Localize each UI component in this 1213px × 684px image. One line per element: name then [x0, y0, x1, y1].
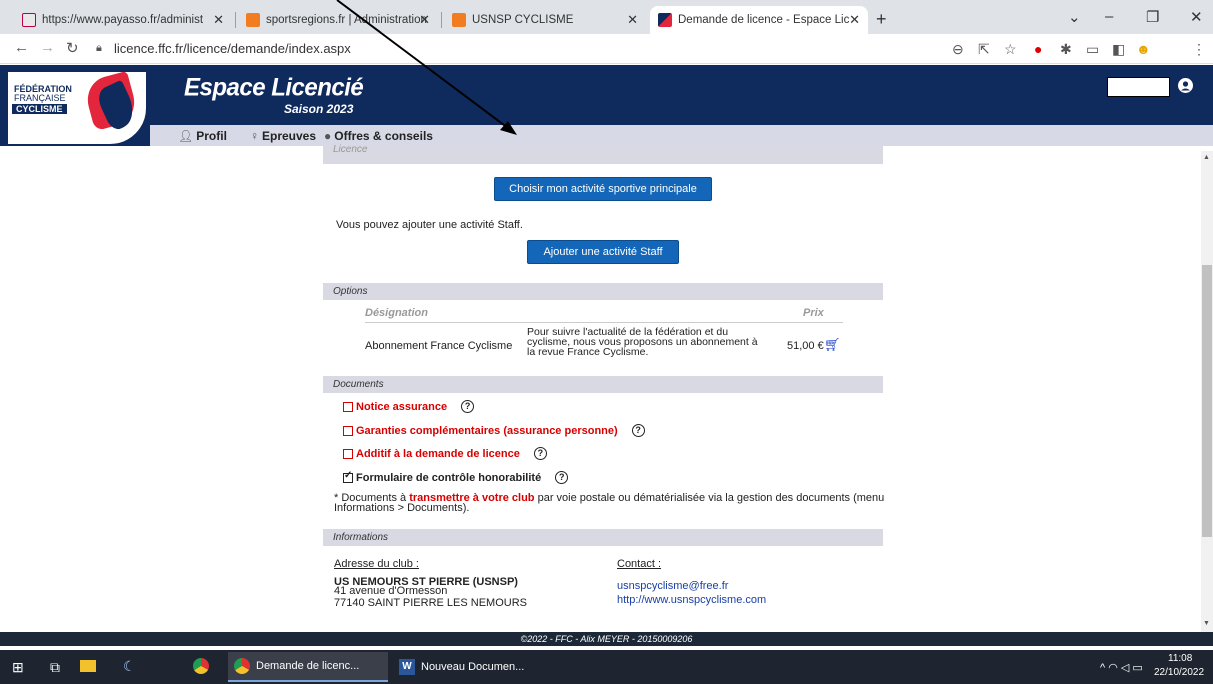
taskbar-item-label: Nouveau Documen...: [421, 661, 525, 673]
contact-website-link[interactable]: http://www.usnspcyclisme.com: [617, 594, 766, 606]
section-label: Informations: [333, 532, 389, 543]
section-label: Documents: [333, 379, 384, 390]
file-explorer-icon[interactable]: [80, 660, 96, 672]
section-licence: Licence: [323, 144, 883, 164]
windows-taskbar: [0, 650, 1213, 684]
section-options: Options: [323, 283, 883, 300]
section-label: Licence: [333, 144, 368, 155]
scrollbar-thumb[interactable]: [1202, 265, 1212, 537]
contact-heading: Contact :: [617, 558, 662, 570]
chrome-icon[interactable]: [193, 658, 209, 674]
site-footer: ©2022 - FFC - Alix MEYER - 20150009206: [0, 632, 1213, 646]
document-notice-assurance[interactable]: Notice assurance ?: [343, 400, 475, 413]
club-address-heading: Adresse du club :: [334, 558, 419, 570]
document-label[interactable]: Additif à la demande de licence: [356, 448, 520, 460]
windows-start-icon[interactable]: ⊞: [12, 659, 24, 676]
note-suffix: par voie postale ou dématérialisée via l…: [534, 492, 885, 504]
club-address-line2: 77140 SAINT PIERRE LES NEMOURS: [334, 597, 527, 609]
checkmark-icon: ✓: [344, 469, 353, 481]
options-header-divider: [365, 322, 843, 323]
section-documents: Documents: [323, 376, 883, 393]
taskbar-item-word[interactable]: W Nouveau Documen...: [395, 652, 555, 682]
options-header-designation: Désignation: [365, 307, 428, 319]
document-label[interactable]: Formulaire de contrôle honorabilité: [356, 472, 541, 484]
add-staff-button[interactable]: Ajouter une activité Staff: [527, 240, 679, 264]
help-icon[interactable]: ?: [461, 400, 475, 413]
section-label: Options: [333, 286, 368, 297]
document-formulaire-honorabilite[interactable]: ✓ Formulaire de contrôle honorabilité ?: [343, 469, 569, 484]
help-icon[interactable]: ?: [555, 471, 569, 484]
document-label[interactable]: Notice assurance: [356, 401, 447, 413]
option-description-line: la revue France Cyclisme.: [527, 346, 649, 358]
main-activity-button[interactable]: Choisir mon activité sportive principale: [494, 177, 712, 201]
taskbar-item-label: Demande de licenc...: [256, 660, 360, 672]
club-address-line1: 41 avenue d'Ormesson: [334, 585, 448, 597]
document-label[interactable]: Garanties complémentaires (assurance per…: [356, 425, 618, 437]
option-name: Abonnement France Cyclisme: [365, 340, 513, 352]
document-checkbox[interactable]: [343, 401, 353, 412]
documents-note: * Documents à transmettre à votre club p…: [334, 492, 885, 514]
tray-icons[interactable]: ^ ◠ ◁ ▭: [1100, 661, 1143, 674]
contact-email-link[interactable]: usnspcyclisme@free.fr: [617, 580, 728, 592]
scroll-up-arrow-icon[interactable]: ▲: [1203, 154, 1210, 161]
document-additif[interactable]: Additif à la demande de licence ?: [343, 447, 547, 460]
note-line2: Informations > Documents).: [334, 502, 470, 514]
scroll-down-arrow-icon[interactable]: ▼: [1203, 620, 1210, 627]
document-checkbox[interactable]: [343, 448, 353, 459]
option-description: Pour suivre l'actualité de la fédération…: [527, 327, 758, 358]
task-view-icon[interactable]: ⧉: [50, 659, 60, 676]
document-garanties[interactable]: Garanties complémentaires (assurance per…: [343, 424, 645, 437]
taskbar-time: 11:08: [1168, 653, 1193, 664]
cart-icon[interactable]: 🛒︎: [824, 337, 841, 353]
taskbar-date: 22/10/2022: [1154, 667, 1205, 678]
help-icon[interactable]: ?: [533, 447, 547, 460]
staff-text: Vous pouvez ajouter une activité Staff.: [336, 219, 523, 231]
document-checkbox[interactable]: ✓: [343, 469, 353, 483]
taskbar-item-chrome[interactable]: Demande de licenc...: [228, 652, 388, 682]
section-informations: Informations: [323, 529, 883, 546]
chrome-icon: [234, 658, 250, 674]
option-price: 51,00 €: [787, 340, 824, 352]
app-phone-icon[interactable]: ☾: [123, 658, 136, 675]
document-checkbox[interactable]: [343, 425, 353, 436]
help-icon[interactable]: ?: [631, 424, 645, 437]
word-icon: W: [399, 659, 415, 675]
options-header-price: Prix: [803, 307, 824, 319]
